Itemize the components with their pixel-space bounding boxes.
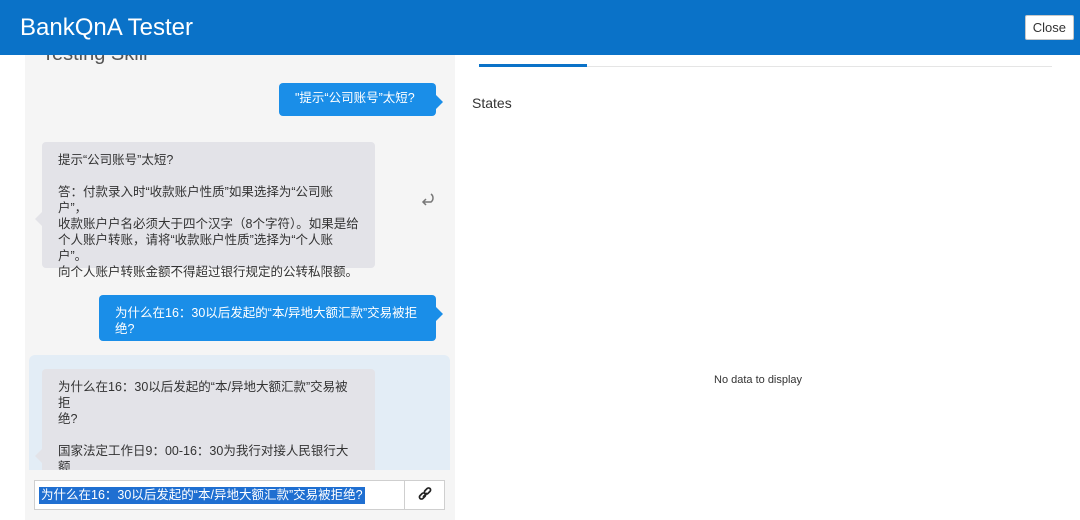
chat-input[interactable] xyxy=(34,480,404,510)
link-icon xyxy=(418,487,431,500)
chat-input-row: 为什么在16：30以后发起的“本/异地大额汇款”交易被拒绝? xyxy=(34,480,445,510)
app-title: BankQnA Tester xyxy=(20,14,193,41)
user-message[interactable]: "提示“公司账号”太短? xyxy=(279,83,443,116)
states-heading: States xyxy=(472,95,512,111)
bot-message-text: 提示“公司账号”太短? 答：付款录入时“收款账户性质”如果选择为“公司账户”， … xyxy=(58,153,359,279)
close-button[interactable]: Close xyxy=(1024,15,1074,40)
active-tab-indicator[interactable] xyxy=(479,64,587,67)
chat-conversation[interactable]: "提示“公司账号”太短? 提示“公司账号”太短? 答：付款录入时“收款账户性质”… xyxy=(25,70,455,470)
app-header: BankQnA Tester Close xyxy=(0,0,1080,55)
user-message-text: "提示“公司账号”太短? xyxy=(295,91,415,105)
bot-message[interactable]: 提示“公司账号”太短? 答：付款录入时“收款账户性质”如果选择为“公司账户”， … xyxy=(35,142,375,279)
user-message[interactable]: 为什么在16：30以后发起的“本/异地大额汇款”交易被拒 绝? xyxy=(99,295,443,341)
states-panel: States No data to display xyxy=(455,55,1080,520)
undo-icon[interactable] xyxy=(417,188,437,208)
bot-message[interactable]: 为什么在16：30以后发起的“本/异地大额汇款”交易被拒 绝? 国家法定工作日9… xyxy=(35,369,375,470)
user-message-text: 为什么在16：30以后发起的“本/异地大额汇款”交易被拒 绝? xyxy=(115,306,418,336)
bot-message-text: 为什么在16：30以后发起的“本/异地大额汇款”交易被拒 绝? 国家法定工作日9… xyxy=(58,380,349,470)
no-data-message: No data to display xyxy=(714,374,803,386)
link-button[interactable] xyxy=(404,480,445,510)
